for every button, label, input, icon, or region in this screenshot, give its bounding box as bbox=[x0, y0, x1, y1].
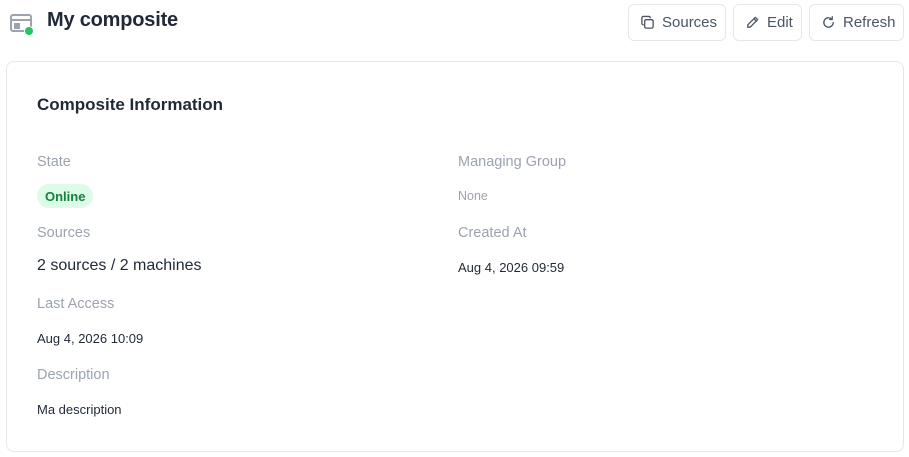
refresh-button[interactable]: Refresh bbox=[809, 4, 904, 41]
sources-label: Sources bbox=[37, 225, 91, 241]
status-dot bbox=[24, 26, 34, 36]
description-label: Description bbox=[37, 367, 110, 383]
sources-button-label: Sources bbox=[662, 14, 718, 31]
status-badge: Online bbox=[37, 184, 94, 208]
pencil-icon bbox=[747, 16, 759, 28]
sources-button[interactable]: Sources bbox=[628, 4, 726, 41]
description-value: Ma description bbox=[37, 402, 122, 417]
last-access-label: Last Access bbox=[37, 296, 115, 312]
card-title: Composite Information bbox=[37, 95, 224, 114]
page-title: My composite bbox=[47, 9, 178, 31]
refresh-button-label: Refresh bbox=[843, 14, 896, 31]
managing-group-label: Managing Group bbox=[458, 154, 567, 170]
state-label: State bbox=[37, 154, 71, 170]
page-header: My composite Sources Edit Refresh bbox=[0, 0, 909, 46]
copy-icon bbox=[641, 15, 654, 29]
edit-button-label: Edit bbox=[767, 14, 793, 31]
sources-value: 2 sources / 2 machines bbox=[37, 257, 202, 274]
last-access-value: Aug 4, 2026 10:09 bbox=[37, 331, 144, 346]
created-at-value: Aug 4, 2026 09:59 bbox=[458, 260, 565, 275]
managing-group-value: None bbox=[458, 189, 488, 203]
edit-button[interactable]: Edit bbox=[733, 4, 802, 41]
refresh-icon bbox=[823, 16, 834, 28]
composite-info-card: Composite Information State Online Manag… bbox=[6, 61, 904, 452]
created-at-label: Created At bbox=[458, 225, 527, 241]
